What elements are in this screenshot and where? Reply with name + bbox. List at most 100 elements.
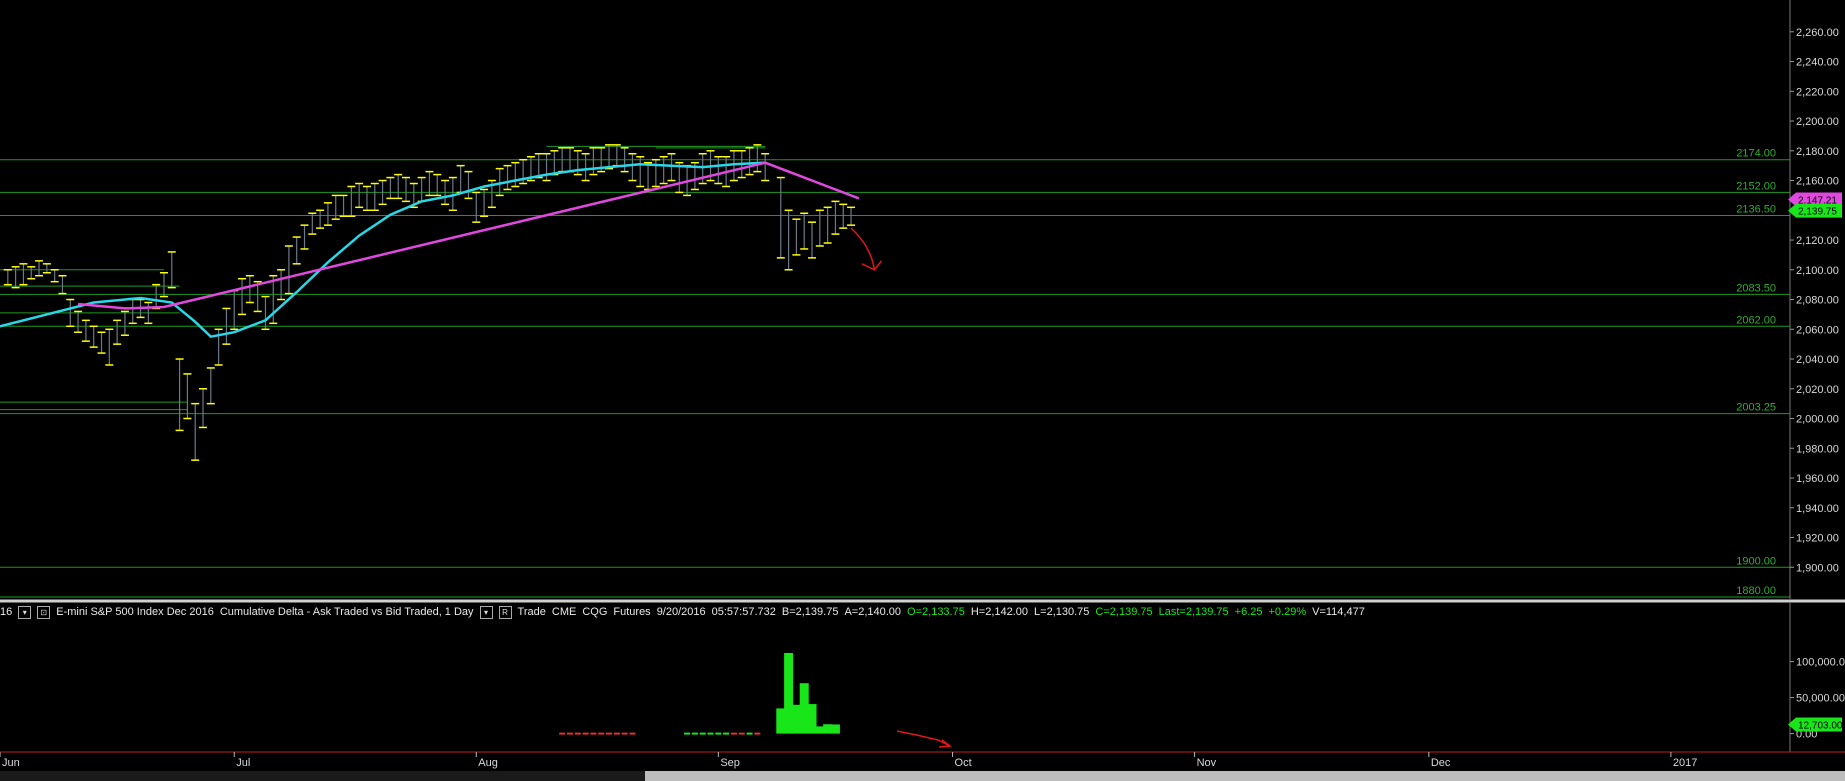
delta-bar: [746, 732, 753, 735]
chart-canvas[interactable]: 2174.00 2152.00 2136.50 2083.50 2062.00 2003.…: [0, 0, 1845, 781]
instrument-name: E-mini S&P 500 Index Dec 2016: [56, 606, 214, 618]
delta-y-axis[interactable]: 100,000.0050,000.000.0012,703.00: [1788, 603, 1845, 752]
delta-bar: [566, 732, 573, 735]
delta-bar: [784, 652, 794, 734]
price-tick-label: 2,120.00: [1796, 235, 1839, 247]
delta-bar: [738, 732, 745, 735]
price-tick-label: 2,160.00: [1796, 176, 1839, 188]
delta-bar: [598, 732, 605, 735]
delta-bar: [715, 732, 722, 735]
price-tick-label: 2,240.00: [1796, 57, 1839, 69]
chart-settings-icon[interactable]: ⊡: [37, 605, 51, 619]
delta-bar: [730, 732, 737, 735]
delta-bar: [807, 704, 817, 734]
level-label: 2083.50: [1736, 282, 1776, 294]
delta-bar: [559, 732, 566, 735]
level-label: 2062.00: [1736, 314, 1776, 326]
data-mode: Trade: [517, 606, 546, 618]
price-pane[interactable]: 2174.00 2152.00 2136.50 2083.50 2062.00 2003.…: [0, 0, 1842, 748]
time-tick-label: 2017: [1673, 757, 1697, 769]
price-tick-label: 2,080.00: [1796, 295, 1839, 307]
ask-price: A=2,140.00: [844, 606, 902, 618]
delta-bar: [574, 732, 581, 735]
quote-date: 9/20/2016: [656, 606, 706, 618]
delta-bar: [699, 732, 706, 735]
level-label: 1900.00: [1736, 555, 1776, 567]
time-tick-label: Nov: [1197, 757, 1217, 769]
percent-change: +0.29%: [1268, 606, 1307, 618]
cumulative-delta-bars: [559, 652, 840, 735]
price-tick-label: 1,980.00: [1796, 443, 1839, 455]
time-tick-label: Jun: [2, 757, 20, 769]
delta-bar: [776, 708, 786, 734]
price-tick-label: 2,200.00: [1796, 116, 1839, 128]
delta-bar: [707, 732, 714, 735]
delta-bar: [590, 732, 597, 735]
delta-bar: [791, 704, 801, 734]
delta-bar: [754, 732, 761, 735]
time-tick-label: Sep: [720, 757, 740, 769]
level-label: 1880.00: [1736, 585, 1776, 597]
exchange: CME: [551, 606, 577, 618]
price-tick-label: 2,100.00: [1796, 265, 1839, 277]
delta-bar: [582, 732, 589, 735]
delta-bar: [684, 732, 691, 735]
delta-bar: [621, 732, 628, 735]
price-y-axis[interactable]: 2,260.00 2,240.00 2,220.00 2,200.00 2,180.00…: [1788, 0, 1842, 599]
delta-last-label: 12,703.00: [1798, 720, 1843, 731]
delta-bar: [629, 732, 636, 735]
price-tick-label: 2,000.00: [1796, 414, 1839, 426]
arrow-head-annotation: [861, 260, 883, 271]
price-tick-label: 1,960.00: [1796, 473, 1839, 485]
open-price: O=2,133.75: [907, 606, 965, 618]
level-label: 2136.50: [1736, 203, 1776, 215]
delta-pane[interactable]: 100,000.0050,000.000.0012,703.00: [559, 603, 1845, 752]
bid-price: B=2,139.75: [781, 606, 839, 618]
delta-bar: [815, 726, 825, 734]
level-label: 2174.00: [1736, 148, 1776, 160]
price-tick-label: 2,060.00: [1796, 324, 1839, 336]
last-price: Last=2,139.75: [1158, 606, 1229, 618]
delta-tick-label: 50,000.00: [1796, 693, 1845, 705]
delta-tick-label: 100,000.00: [1796, 657, 1845, 669]
quote-time: 05:57:57.732: [711, 606, 776, 618]
price-tick-label: 1,940.00: [1796, 503, 1839, 515]
scrollbar-track[interactable]: [0, 771, 645, 781]
price-tick-label: 2,260.00: [1796, 27, 1839, 39]
delta-bar: [830, 724, 840, 734]
delta-bar: [799, 683, 809, 734]
delta-bar: [723, 732, 730, 735]
price-tag: 2,139.75: [1788, 203, 1842, 218]
high-price: H=2,142.00: [970, 606, 1029, 618]
replay-icon[interactable]: R: [498, 605, 512, 619]
delta-bar: [613, 732, 620, 735]
price-tag-label: 2,139.75: [1798, 207, 1837, 218]
level-label: 2152.00: [1736, 180, 1776, 192]
horizontal-scrollbar-thumb[interactable]: [645, 771, 1845, 781]
level-label: 2003.25: [1736, 402, 1776, 414]
time-axis[interactable]: Jun Jul Aug Sep Oct Nov Dec 2017: [0, 752, 1697, 769]
time-tick-label: Dec: [1431, 757, 1451, 769]
close-price: C=2,139.75: [1095, 606, 1153, 618]
price-tick-label: 1,920.00: [1796, 533, 1839, 545]
volume: V=114,477: [1312, 606, 1365, 618]
study-name: Cumulative Delta - Ask Traded vs Bid Tra…: [219, 606, 474, 618]
time-tick-label: Aug: [478, 757, 498, 769]
down-arrow-annotation: [896, 730, 951, 747]
symbol-suffix: 16: [0, 606, 13, 618]
time-tick-label: Oct: [955, 757, 972, 769]
delta-bar: [606, 732, 613, 735]
delta-bar: [823, 724, 833, 734]
dropdown-icon[interactable]: ▾: [479, 605, 493, 619]
support-resistance-levels: 2174.00 2152.00 2136.50 2083.50 2062.00 2003.…: [0, 145, 1790, 598]
data-feed: CQG: [582, 606, 608, 618]
price-tick-label: 2,020.00: [1796, 384, 1839, 396]
price-tick-label: 1,900.00: [1796, 562, 1839, 574]
annotations: [850, 227, 953, 748]
price-tick-label: 2,180.00: [1796, 146, 1839, 158]
delta-bar: [691, 732, 698, 735]
dropdown-icon[interactable]: ▾: [18, 605, 32, 619]
low-price: L=2,130.75: [1034, 606, 1090, 618]
time-tick-label: Jul: [236, 757, 250, 769]
net-change: +6.25: [1234, 606, 1263, 618]
